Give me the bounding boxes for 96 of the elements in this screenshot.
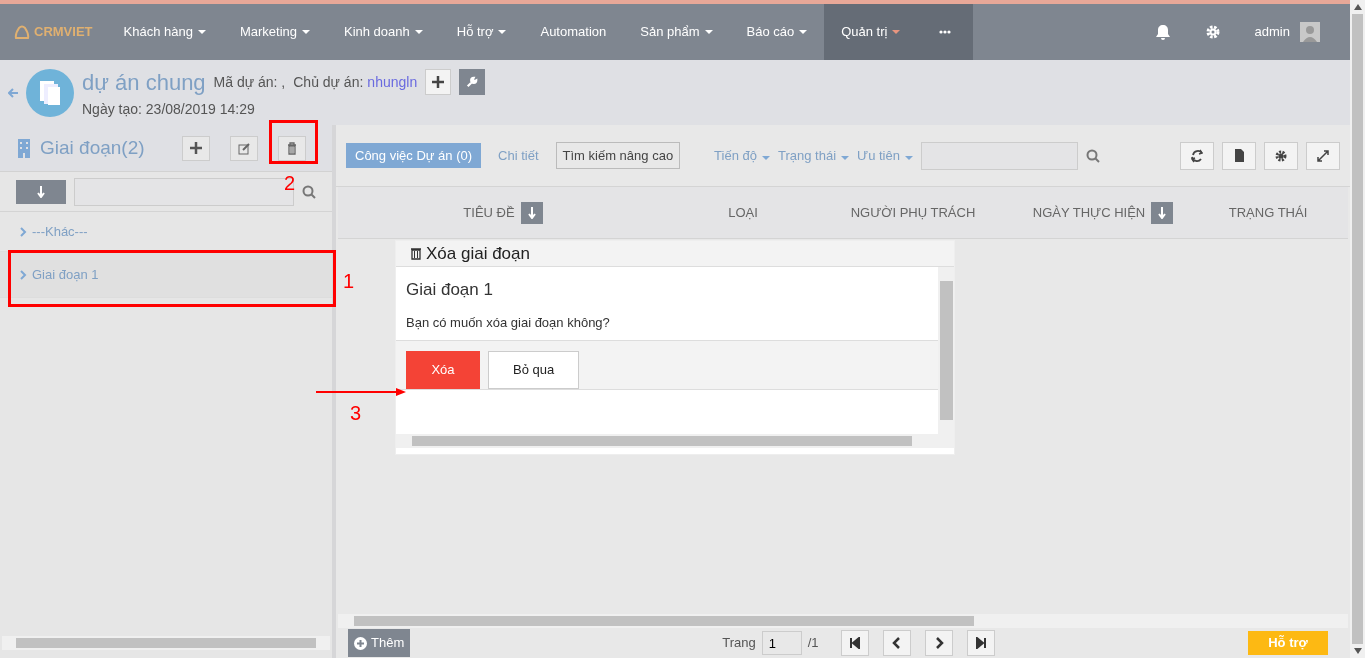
add-button[interactable]	[182, 135, 210, 161]
stage-label: Giai đoạn 1	[32, 265, 99, 284]
previous-page-button[interactable]	[882, 630, 911, 656]
refresh-icon	[1191, 148, 1203, 163]
down-arrow-icon	[1157, 206, 1168, 219]
settings-icon	[1275, 148, 1287, 163]
plus-icon	[190, 141, 202, 155]
annotation-number: 3	[350, 401, 362, 426]
plus-circle-icon	[354, 636, 367, 650]
column-header: TIÊU ĐỀ	[463, 203, 515, 222]
project-owner-label: Chủ dự án:	[293, 72, 364, 92]
nav-menu-item[interactable]: Sản phẩm	[623, 4, 730, 60]
annotation-box	[269, 120, 318, 164]
back-arrow-icon[interactable]	[8, 87, 18, 98]
dialog-vertical-scrollbar[interactable]	[938, 267, 954, 434]
first-icon	[848, 637, 861, 649]
add-button[interactable]	[425, 69, 452, 95]
page-total: /1	[807, 634, 819, 653]
nav-menu-item[interactable]: Automation	[523, 4, 624, 60]
advanced-search-button[interactable]: Tìm kiếm nâng cao	[555, 141, 681, 170]
plus-icon	[432, 76, 445, 88]
dialog-title: Xóa giai đoạn	[426, 242, 530, 265]
column-header: NGÀY THỰC HIỆN	[1032, 203, 1146, 222]
delete-button[interactable]	[278, 135, 306, 161]
nav-menu-item[interactable]: Quản trị	[824, 4, 918, 60]
wrench-icon	[466, 75, 479, 89]
dialog-heading: Giai đoạn 1	[406, 279, 494, 301]
documents-icon	[26, 68, 74, 117]
filter-dropdown[interactable]: Ưu tiên	[857, 145, 913, 166]
dialog-message: Bạn có muốn xóa giai đoạn không?	[406, 313, 611, 332]
chevron-right-icon	[20, 226, 27, 237]
column-header: TRẠNG THÁI	[1228, 203, 1308, 222]
project-title: dự án chung	[82, 68, 206, 97]
project-code-label: Mã dự án: ,	[213, 72, 286, 92]
column-header: LOẠI	[728, 203, 758, 222]
settings-icon[interactable]	[1204, 24, 1221, 40]
edit-icon	[238, 141, 250, 155]
nav-menu-item[interactable]: Báo cáo	[729, 4, 825, 60]
ellipsis-icon	[939, 30, 952, 34]
nav-menu-item[interactable]: Kinh doanh	[327, 4, 440, 60]
add-button[interactable]: Thêm	[348, 629, 411, 657]
tab[interactable]: Chi tiết	[489, 142, 548, 169]
delete-button[interactable]: Xóa	[406, 351, 480, 389]
user-name[interactable]: admin	[1254, 22, 1290, 42]
down-arrow-icon	[36, 185, 46, 198]
stage-item[interactable]: Giai đoạn 1	[0, 252, 332, 298]
next-page-button[interactable]	[924, 630, 953, 656]
expand-icon	[1317, 148, 1329, 163]
created-date: Ngày tạo: 23/08/2019 14:29	[82, 99, 256, 119]
last-page-button[interactable]	[966, 630, 995, 656]
column-header: NGƯỜI PHỤ TRÁCH	[850, 203, 976, 222]
bell-icon[interactable]	[1154, 24, 1171, 40]
settings-button[interactable]	[1264, 141, 1298, 170]
search-icon[interactable]	[302, 184, 316, 199]
scroll-down-icon[interactable]	[1353, 648, 1362, 654]
sort-button[interactable]	[16, 179, 66, 204]
annotation-number: 1	[343, 269, 355, 294]
chevron-right-icon	[20, 269, 27, 280]
annotation-number: 2	[284, 171, 296, 196]
export-button[interactable]	[1222, 141, 1256, 170]
filter-dropdown[interactable]: Tiến độ	[714, 145, 770, 166]
trash-icon	[286, 141, 298, 155]
search-field[interactable]	[74, 177, 294, 206]
logo-text: CRMVIET	[34, 23, 93, 42]
cancel-button[interactable]: Bỏ qua	[488, 351, 580, 389]
logo-icon	[14, 25, 30, 39]
chevron-left-icon	[890, 637, 903, 649]
nav-menu-item[interactable]: Marketing	[222, 4, 327, 60]
dialog-horizontal-scrollbar[interactable]	[396, 434, 954, 448]
nav-menu-item[interactable]: Khách hàng	[106, 4, 223, 60]
page-label: Trang	[722, 634, 756, 653]
trash-icon	[410, 247, 422, 260]
sort-button[interactable]	[1151, 201, 1174, 224]
stages-title: Giai đoạn(2)	[40, 135, 146, 160]
filter-dropdown[interactable]: Trạng thái	[778, 145, 850, 166]
search-field[interactable]	[920, 141, 1078, 170]
horizontal-scrollbar[interactable]	[2, 636, 330, 650]
first-page-button[interactable]	[840, 630, 869, 656]
sort-button[interactable]	[520, 201, 543, 224]
down-arrow-icon	[526, 206, 537, 219]
building-icon	[16, 138, 32, 158]
edit-button[interactable]	[230, 135, 258, 161]
last-icon	[974, 637, 987, 649]
expand-button[interactable]	[1306, 141, 1340, 170]
search-icon[interactable]	[1085, 148, 1100, 163]
tab[interactable]: Công việc Dự án (0)	[346, 142, 482, 169]
page-field[interactable]: 1	[761, 631, 802, 655]
scroll-up-icon[interactable]	[1353, 4, 1362, 10]
owner-link[interactable]: nhungln	[367, 71, 418, 93]
horizontal-scrollbar[interactable]	[338, 614, 1348, 628]
page-scrollbar[interactable]	[1350, 0, 1365, 658]
stage-label: ---Khác---	[32, 222, 88, 241]
refresh-button[interactable]	[1180, 141, 1214, 170]
document-icon	[1233, 148, 1245, 163]
nav-menu-item[interactable]: Hỗ trợ	[439, 4, 524, 60]
avatar-icon	[1300, 22, 1320, 42]
